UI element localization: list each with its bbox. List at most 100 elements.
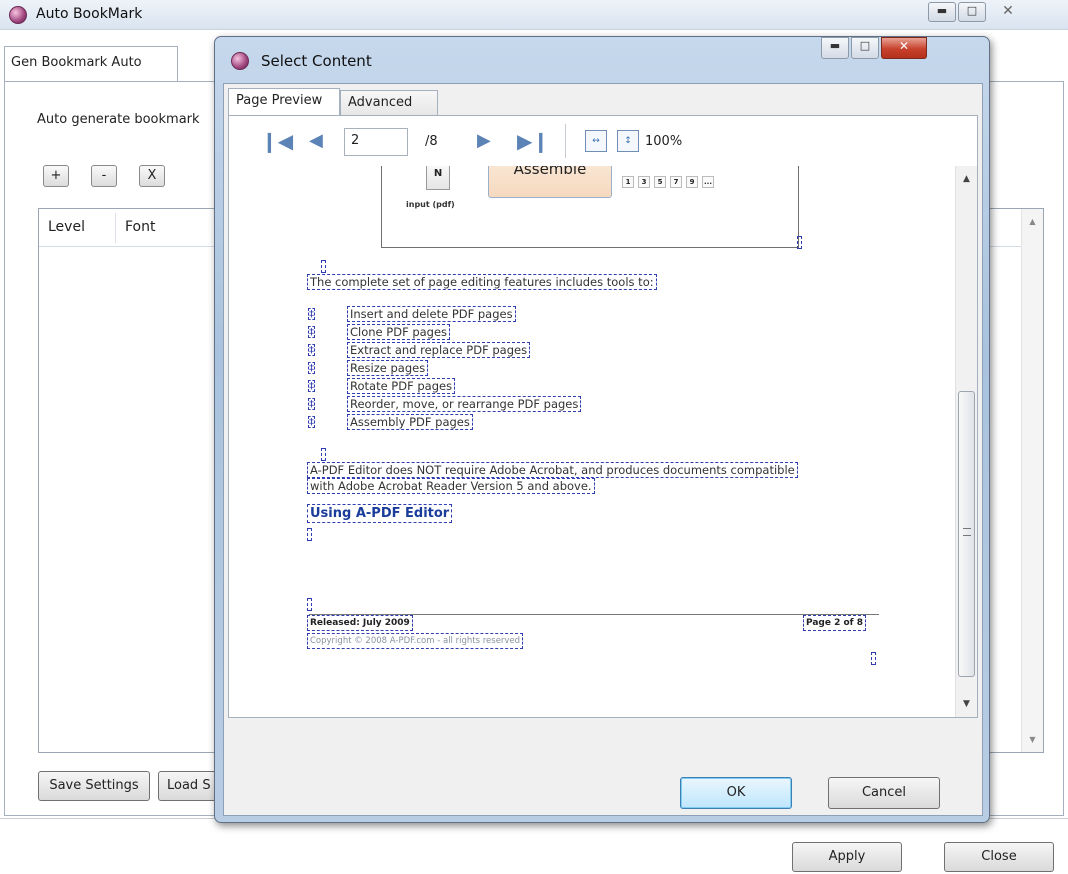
preview-toolbar: ❙◀ ◀ 2 /8 ▶ ▶❙ ↔ ↕ 100% (229, 116, 977, 166)
table-scrollbar[interactable]: ▲ ▼ (1021, 209, 1043, 752)
grid-cell: 9 (686, 176, 698, 188)
dialog-close-button[interactable]: ✕ (881, 37, 927, 59)
bullet-item: Resize pages (347, 360, 429, 376)
intro-text: The complete set of page editing feature… (307, 274, 657, 290)
bullet-icon: ‡ (308, 362, 315, 374)
footer-left: Released: July 2009 (307, 614, 413, 631)
minimize-icon: ▬ (936, 4, 948, 17)
toolbar-separator (565, 124, 566, 158)
maximize-button[interactable]: □ (958, 2, 986, 22)
copyright-line: Copyright © 2008 A-PDF.com - all rights … (307, 632, 524, 649)
intro-text-block: The complete set of page editing feature… (307, 274, 657, 290)
tab-advanced[interactable]: Advanced (340, 90, 438, 116)
main-window-controls: ▬ □ ✕ (926, 2, 1028, 22)
column-header-level[interactable]: Level (48, 219, 85, 235)
paragraph-text: A-PDF Editor does NOT require Adobe Acro… (307, 462, 798, 478)
bullet-text: Resize pages (347, 360, 429, 376)
fit-height-icon[interactable]: ↕ (617, 130, 639, 152)
minimize-icon: ▬ (829, 39, 841, 52)
text-block-marker (871, 652, 876, 665)
maximize-icon: □ (966, 4, 978, 17)
maximize-icon: □ (859, 39, 871, 52)
bullet-text: Reorder, move, or rearrange PDF pages (347, 396, 582, 412)
apply-button[interactable]: Apply (792, 842, 902, 872)
section-heading: Using A-PDF Editor (307, 504, 453, 523)
clear-levels-button[interactable]: X (139, 165, 165, 187)
last-page-icon[interactable]: ▶❙ (517, 130, 549, 152)
paragraph-text: with Adobe Acrobat Reader Version 5 and … (307, 478, 595, 494)
dialog-body: Page Preview Advanced ❙◀ ◀ 2 /8 ▶ ▶❙ ↔ ↕… (223, 83, 983, 816)
assemble-box: Assemble (488, 166, 612, 198)
release-date-text: Released: July 2009 (307, 615, 413, 631)
fit-width-icon[interactable]: ↔ (585, 130, 607, 152)
auto-generate-label: Auto generate bookmark (37, 112, 200, 127)
tab-gen-bookmark-auto[interactable]: Gen Bookmark Auto (4, 46, 178, 82)
dialog-minimize-button[interactable]: ▬ (821, 37, 849, 59)
zoom-level: 100% (645, 134, 683, 149)
column-header-font[interactable]: Font (125, 219, 155, 235)
cancel-button[interactable]: Cancel (828, 777, 940, 809)
paragraph-line: with Adobe Acrobat Reader Version 5 and … (307, 478, 595, 494)
bullet-icon: ‡ (308, 416, 315, 428)
bullet-text: Rotate PDF pages (347, 378, 456, 394)
bullet-text: Extract and replace PDF pages (347, 342, 531, 358)
page-number-input[interactable]: 2 (344, 128, 408, 156)
dialog-maximize-button[interactable]: □ (851, 37, 879, 59)
remove-level-button[interactable]: - (91, 165, 117, 187)
scroll-down-icon[interactable]: ▼ (1022, 735, 1043, 744)
text-block-marker (797, 236, 802, 249)
save-settings-button[interactable]: Save Settings (38, 771, 150, 801)
bullet-text: Assembly PDF pages (347, 414, 473, 430)
grid-cell: 7 (670, 176, 682, 188)
main-window-title: Auto BookMark (36, 6, 143, 22)
page-total-label: /8 (425, 134, 438, 149)
grid-cell: 5 (654, 176, 666, 188)
dialog-window-controls: ▬ □ ✕ (819, 37, 927, 59)
close-window-button[interactable]: ✕ (988, 2, 1028, 22)
prev-page-icon[interactable]: ◀ (309, 130, 323, 152)
grid-cell: 1 (622, 176, 634, 188)
paragraph-line: A-PDF Editor does NOT require Adobe Acro… (307, 462, 798, 478)
bullet-item: Reorder, move, or rearrange PDF pages (347, 396, 582, 412)
close-icon: ✕ (898, 39, 910, 53)
ok-button[interactable]: OK (680, 777, 792, 809)
select-content-dialog: Select Content ▬ □ ✕ Page Preview Advanc… (214, 36, 990, 823)
text-block-marker (307, 598, 312, 611)
document-page-view: N input (pdf) Assemble 1 1 2 2 3 3 2 2 1… (229, 166, 955, 717)
bullet-item: Rotate PDF pages (347, 378, 456, 394)
bullet-icon: ‡ (308, 308, 315, 320)
close-button[interactable]: Close (944, 842, 1054, 872)
text-block-marker (307, 528, 312, 541)
grid-cell: ... (702, 176, 714, 188)
app-logo-icon (231, 52, 249, 70)
column-divider (115, 213, 116, 243)
dialog-title: Select Content (261, 52, 372, 70)
text-block-marker (321, 448, 326, 461)
scroll-up-icon[interactable]: ▲ (956, 174, 977, 184)
bullet-item: Clone PDF pages (347, 324, 451, 340)
preview-scrollbar[interactable]: ▲ ▼ (955, 166, 977, 717)
pdf-file-icon: N (426, 166, 450, 190)
tab-page-preview[interactable]: Page Preview (228, 88, 340, 116)
main-title-bar: Auto BookMark ▬ □ ✕ (0, 0, 1068, 30)
text-block-marker (321, 260, 326, 273)
add-level-button[interactable]: + (43, 165, 69, 187)
bullet-item: Insert and delete PDF pages (347, 306, 516, 322)
first-page-icon[interactable]: ❙◀ (261, 130, 293, 152)
page-count-text: Page 2 of 8 (803, 615, 866, 631)
next-page-icon[interactable]: ▶ (477, 130, 491, 152)
scroll-thumb[interactable] (958, 391, 975, 677)
grip-icon (963, 528, 971, 536)
bullet-icon: ‡ (308, 380, 315, 392)
grid-cell: 3 (638, 176, 650, 188)
bullet-text: Clone PDF pages (347, 324, 451, 340)
bullet-text: Insert and delete PDF pages (347, 306, 516, 322)
minimize-button[interactable]: ▬ (928, 2, 956, 22)
scroll-up-icon[interactable]: ▲ (1022, 217, 1043, 226)
app-logo-icon (9, 6, 27, 24)
diagram-frame: N input (pdf) Assemble 1 1 2 2 3 3 2 2 1… (381, 166, 799, 248)
scroll-down-icon[interactable]: ▼ (956, 699, 977, 709)
page-preview-pane: ❙◀ ◀ 2 /8 ▶ ▶❙ ↔ ↕ 100% N input (pdf) As… (228, 115, 978, 718)
bullet-icon: ‡ (308, 326, 315, 338)
copyright-text: Copyright © 2008 A-PDF.com - all rights … (307, 633, 524, 649)
